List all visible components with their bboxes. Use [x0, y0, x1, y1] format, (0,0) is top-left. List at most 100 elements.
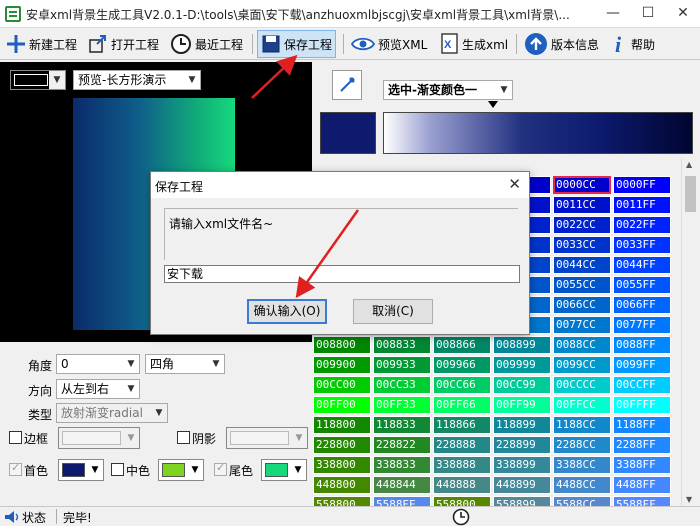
color-cell[interactable]: 448800: [313, 476, 371, 494]
color-cell[interactable]: 4488CC: [553, 476, 611, 494]
color-cell[interactable]: 00CC66: [433, 376, 491, 394]
type-combo[interactable]: 放射渐变radial ▼: [56, 403, 168, 423]
color-cell[interactable]: 0022CC: [553, 216, 611, 234]
version-info-button[interactable]: 版本信息: [524, 30, 599, 58]
color-cell[interactable]: 118833: [373, 416, 431, 434]
generate-xml-button[interactable]: X 生成xml: [439, 30, 508, 58]
close-button[interactable]: ✕: [666, 0, 700, 28]
color-cell[interactable]: 5588CC: [553, 496, 611, 506]
color-cell[interactable]: 00FFFF: [613, 396, 671, 414]
color-cell[interactable]: 338888: [433, 456, 491, 474]
color-cell[interactable]: 118800: [313, 416, 371, 434]
color-cell[interactable]: 5588EE: [373, 496, 431, 506]
scroll-thumb[interactable]: [685, 176, 696, 212]
color-cell[interactable]: 0088FF: [613, 336, 671, 354]
confirm-button[interactable]: 确认输入(O): [247, 299, 327, 324]
color-cell[interactable]: 0011CC: [553, 196, 611, 214]
color-cell[interactable]: 2288FF: [613, 436, 671, 454]
gradient-strip[interactable]: [383, 112, 693, 154]
color-cell[interactable]: 558899: [493, 496, 551, 506]
scroll-up-icon[interactable]: ▲: [686, 160, 692, 169]
color-cell[interactable]: 0066FF: [613, 296, 671, 314]
shadow-checkbox[interactable]: [177, 431, 190, 444]
color-cell[interactable]: 009933: [373, 356, 431, 374]
color-cell[interactable]: 0077CC: [553, 316, 611, 334]
color-cell[interactable]: 009966: [433, 356, 491, 374]
color-cell[interactable]: 008800: [313, 336, 371, 354]
color-cell[interactable]: 00CC00: [313, 376, 371, 394]
color-cell[interactable]: 0033CC: [553, 236, 611, 254]
mid-color-picker[interactable]: ▼: [158, 459, 204, 481]
save-project-button[interactable]: 保存工程: [257, 30, 337, 58]
open-project-button[interactable]: 打开工程: [88, 30, 159, 58]
color-cell[interactable]: 0099FF: [613, 356, 671, 374]
color-cell[interactable]: 228822: [373, 436, 431, 454]
color-cell[interactable]: 338800: [313, 456, 371, 474]
color-cell[interactable]: 0077FF: [613, 316, 671, 334]
preview-mode-combo[interactable]: 预览-长方形演示 ▼: [73, 70, 201, 90]
mid-color-checkbox[interactable]: [111, 463, 124, 476]
color-cell[interactable]: 338833: [373, 456, 431, 474]
help-button[interactable]: i 帮助: [612, 30, 655, 58]
color-cell[interactable]: 0033FF: [613, 236, 671, 254]
color-cell[interactable]: 0055FF: [613, 276, 671, 294]
corner-combo[interactable]: 四角 ▼: [145, 354, 225, 374]
color-cell[interactable]: 00FF33: [373, 396, 431, 414]
color-cell[interactable]: 008866: [433, 336, 491, 354]
color-cell[interactable]: 0000CC: [553, 176, 611, 194]
color-cell[interactable]: 228800: [313, 436, 371, 454]
first-color-checkbox[interactable]: [9, 461, 22, 476]
filename-input[interactable]: 安下载: [164, 265, 520, 283]
color-cell[interactable]: 0044CC: [553, 256, 611, 274]
color-cell[interactable]: 00CCCC: [553, 376, 611, 394]
angle-combo[interactable]: 0 ▼: [56, 354, 140, 374]
color-cell[interactable]: 558800: [313, 496, 371, 506]
color-cell[interactable]: 448888: [433, 476, 491, 494]
color-cell[interactable]: 0066CC: [553, 296, 611, 314]
color-cell[interactable]: 448844: [373, 476, 431, 494]
color-cell[interactable]: 3388FF: [613, 456, 671, 474]
color-cell[interactable]: 4488FF: [613, 476, 671, 494]
color-cell[interactable]: 3388CC: [553, 456, 611, 474]
border-color-picker[interactable]: ▼: [58, 427, 140, 449]
new-project-button[interactable]: 新建工程: [6, 30, 77, 58]
color-cell[interactable]: 0099CC: [553, 356, 611, 374]
end-color-picker[interactable]: ▼: [261, 459, 307, 481]
gradient-color-select[interactable]: 选中-渐变颜色一 ▼: [383, 80, 513, 100]
gradient-stop-marker[interactable]: [488, 101, 498, 108]
color-cell[interactable]: 00FF00: [313, 396, 371, 414]
vertical-scrollbar[interactable]: ▲ ▼: [681, 158, 698, 506]
color-cell[interactable]: 338899: [493, 456, 551, 474]
scroll-down-icon[interactable]: ▼: [686, 495, 692, 504]
border-checkbox[interactable]: [9, 431, 22, 444]
direction-combo[interactable]: 从左到右 ▼: [56, 379, 140, 399]
preview-xml-button[interactable]: 预览XML: [351, 30, 427, 58]
color-cell[interactable]: 1188FF: [613, 416, 671, 434]
selected-color-swatch[interactable]: [320, 112, 376, 154]
color-cell[interactable]: 0044FF: [613, 256, 671, 274]
maximize-button[interactable]: ☐: [631, 0, 665, 28]
color-cell[interactable]: 118899: [493, 416, 551, 434]
color-cell[interactable]: 00CC99: [493, 376, 551, 394]
color-cell[interactable]: 558800: [433, 496, 491, 506]
preview-color-combo[interactable]: ▼: [10, 70, 66, 90]
color-cell[interactable]: 0011FF: [613, 196, 671, 214]
color-cell[interactable]: 009900: [313, 356, 371, 374]
color-cell[interactable]: 228899: [493, 436, 551, 454]
color-cell[interactable]: 0000FF: [613, 176, 671, 194]
cancel-button[interactable]: 取消(C): [353, 299, 433, 324]
color-cell[interactable]: 0088CC: [553, 336, 611, 354]
color-cell[interactable]: 008899: [493, 336, 551, 354]
color-cell[interactable]: 118866: [433, 416, 491, 434]
color-cell[interactable]: 2288CC: [553, 436, 611, 454]
color-cell[interactable]: 009999: [493, 356, 551, 374]
color-cell[interactable]: 0022FF: [613, 216, 671, 234]
end-color-checkbox[interactable]: [214, 461, 227, 476]
color-cell[interactable]: 00CC33: [373, 376, 431, 394]
eyedropper-button[interactable]: [332, 70, 362, 100]
color-cell[interactable]: 228888: [433, 436, 491, 454]
color-cell[interactable]: 1188CC: [553, 416, 611, 434]
dialog-close-icon[interactable]: ✕: [508, 175, 521, 193]
shadow-color-picker[interactable]: ▼: [226, 427, 308, 449]
color-cell[interactable]: 00FFCC: [553, 396, 611, 414]
